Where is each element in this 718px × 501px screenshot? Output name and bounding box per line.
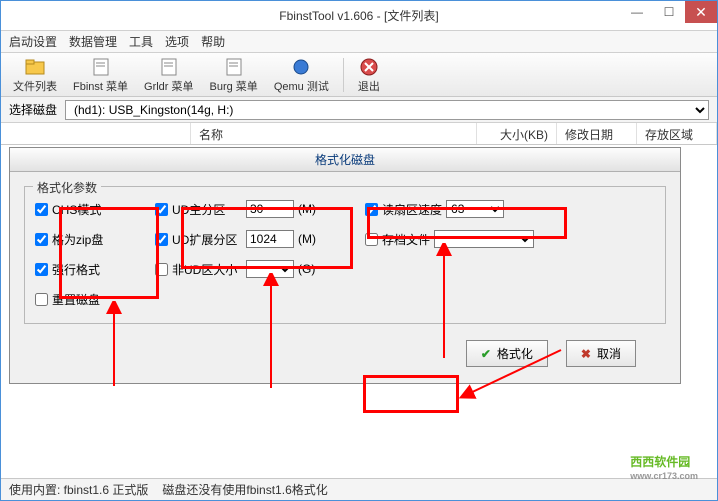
format-button[interactable]: ✔ 格式化 (466, 340, 548, 367)
tb-qemu[interactable]: Qemu 测试 (268, 54, 335, 96)
udext-input[interactable] (246, 230, 294, 248)
window-title: FbinstTool v1.606 - [文件列表] (279, 7, 438, 24)
menu-options[interactable]: 选项 (165, 33, 189, 50)
toolbar-separator (343, 58, 344, 92)
app-window: FbinstTool v1.606 - [文件列表] — ☐ ✕ 启动设置 数据… (0, 0, 718, 501)
menu-data[interactable]: 数据管理 (69, 33, 117, 50)
col-area[interactable]: 存放区域 (637, 123, 717, 144)
status-left: 使用内置: fbinst1.6 正式版 (9, 481, 148, 498)
titlebar: FbinstTool v1.606 - [文件列表] — ☐ ✕ (1, 1, 717, 31)
disk-select[interactable]: (hd1): USB_Kingston(14g, H:) (65, 100, 709, 120)
menu-help[interactable]: 帮助 (201, 33, 225, 50)
check-icon: ✔ (481, 347, 491, 361)
page-icon (158, 56, 180, 78)
menu-tools[interactable]: 工具 (129, 33, 153, 50)
group-label: 格式化参数 (33, 179, 101, 196)
reset-checkbox[interactable]: 重置磁盘 (35, 289, 145, 309)
udext-checkbox[interactable] (155, 233, 168, 246)
format-dialog: 格式化磁盘 格式化参数 CHS模式 格为zip盘 强行格式 重置磁盘 (9, 147, 681, 384)
menu-startup[interactable]: 启动设置 (9, 33, 57, 50)
format-params-group: 格式化参数 CHS模式 格为zip盘 强行格式 重置磁盘 UD主分区 (24, 186, 666, 324)
dialog-title: 格式化磁盘 (10, 148, 680, 172)
archive-checkbox[interactable] (365, 233, 378, 246)
cross-icon: ✖ (581, 347, 591, 361)
page-icon (223, 56, 245, 78)
col-tree[interactable] (1, 123, 191, 144)
toolbar: 文件列表 Fbinst 菜单 Grldr 菜单 Burg 菜单 Qemu 测试 … (1, 53, 717, 97)
tb-burg[interactable]: Burg 菜单 (204, 54, 264, 96)
nonud-checkbox[interactable] (155, 263, 168, 276)
col-size[interactable]: 大小(KB) (477, 123, 557, 144)
maximize-button[interactable]: ☐ (653, 1, 685, 23)
zip-checkbox[interactable]: 格为zip盘 (35, 229, 145, 249)
qemu-icon (290, 56, 312, 78)
col-date[interactable]: 修改日期 (557, 123, 637, 144)
exit-icon (358, 56, 380, 78)
nonud-combo[interactable] (246, 260, 294, 278)
minimize-button[interactable]: — (621, 1, 653, 23)
page-icon (90, 56, 112, 78)
tb-exit[interactable]: 退出 (352, 54, 386, 96)
udmain-input[interactable] (246, 200, 294, 218)
col-name[interactable]: 名称 (191, 123, 477, 144)
udmain-checkbox[interactable] (155, 203, 168, 216)
force-checkbox[interactable]: 强行格式 (35, 259, 145, 279)
status-right: 磁盘还没有使用fbinst1.6格式化 (162, 481, 327, 498)
folder-icon (24, 56, 46, 78)
tb-filelist[interactable]: 文件列表 (7, 54, 63, 96)
column-headers: 名称 大小(KB) 修改日期 存放区域 (1, 123, 717, 145)
disk-label: 选择磁盘 (9, 101, 57, 118)
content-area: 格式化磁盘 格式化参数 CHS模式 格为zip盘 强行格式 重置磁盘 (1, 145, 717, 478)
tb-fbinst[interactable]: Fbinst 菜单 (67, 54, 134, 96)
chs-checkbox[interactable]: CHS模式 (35, 199, 145, 219)
cancel-button[interactable]: ✖ 取消 (566, 340, 636, 367)
statusbar: 使用内置: fbinst1.6 正式版 磁盘还没有使用fbinst1.6格式化 (1, 478, 717, 500)
menubar: 启动设置 数据管理 工具 选项 帮助 (1, 31, 717, 53)
readspeed-select[interactable]: 63 (446, 200, 504, 218)
tb-grldr[interactable]: Grldr 菜单 (138, 54, 200, 96)
archive-select[interactable] (434, 230, 534, 248)
readspeed-checkbox[interactable] (365, 203, 378, 216)
close-button[interactable]: ✕ (685, 1, 717, 23)
disk-select-row: 选择磁盘 (hd1): USB_Kingston(14g, H:) (1, 97, 717, 123)
